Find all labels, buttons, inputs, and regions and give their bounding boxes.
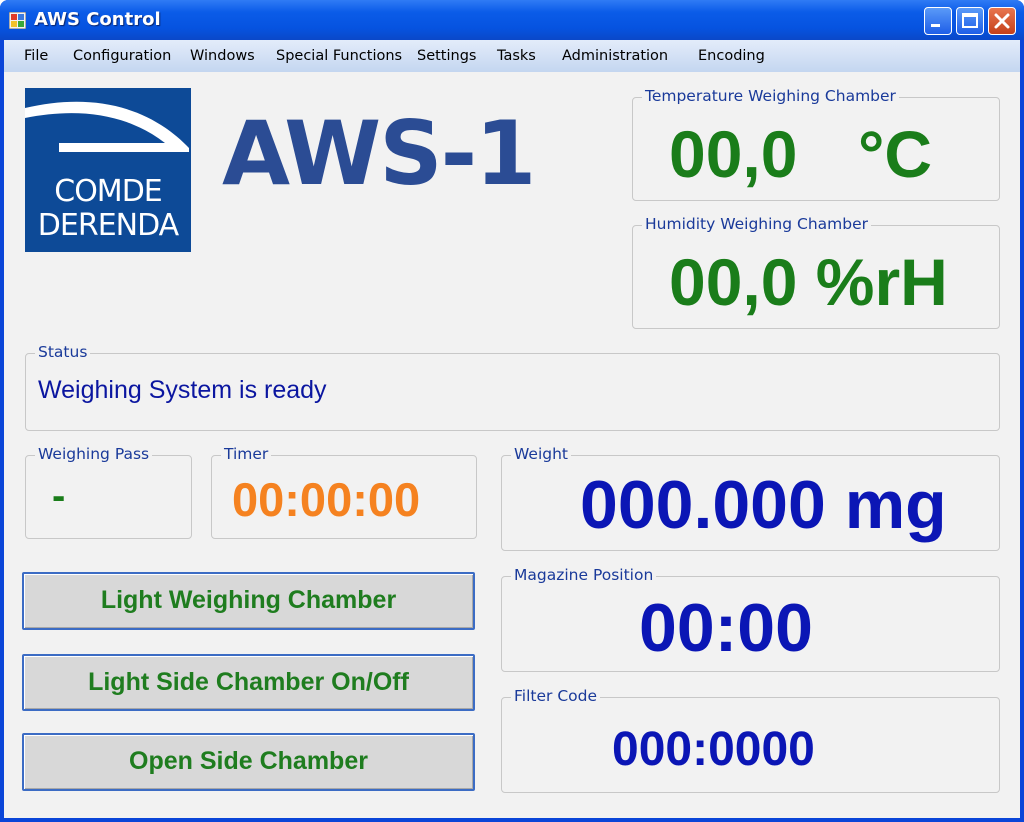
filter-code-group: Filter Code 000:0000 xyxy=(501,687,1000,793)
status-text: Weighing System is ready xyxy=(38,376,327,404)
timer-value: 00:00:00 xyxy=(232,473,421,526)
weight-value: 000.000 mg xyxy=(580,467,947,543)
device-name: AWS-1 xyxy=(222,102,536,205)
title-bar[interactable]: AWS Control xyxy=(0,0,1024,40)
magazine-group: Magazine Position 00:00 xyxy=(501,566,1000,672)
weight-group: Weight 000.000 mg xyxy=(501,445,1000,551)
menu-settings[interactable]: Settings xyxy=(417,48,476,64)
weighing-pass-group: Weighing Pass - xyxy=(25,445,192,539)
timer-label: Timer xyxy=(221,445,272,463)
menu-encoding[interactable]: Encoding xyxy=(698,48,765,64)
status-group: Status Weighing System is ready xyxy=(25,343,1000,431)
logo-line-1: COMDE xyxy=(54,174,163,209)
menu-special-functions[interactable]: Special Functions xyxy=(276,48,402,64)
company-logo: COMDE DERENDA xyxy=(25,88,191,252)
temperature-group: Temperature Weighing Chamber 00,0 °C xyxy=(632,87,1000,201)
minimize-icon xyxy=(931,24,940,27)
humidity-value: 00,0 %rH xyxy=(669,245,948,319)
magazine-value: 00:00 xyxy=(639,590,813,666)
app-grid-icon xyxy=(9,12,26,29)
open-side-chamber-button[interactable]: Open Side Chamber xyxy=(22,733,475,791)
humidity-group: Humidity Weighing Chamber 00,0 %rH xyxy=(632,215,1000,329)
menu-windows[interactable]: Windows xyxy=(190,48,255,64)
menu-bar: File Configuration Windows Special Funct… xyxy=(4,40,1020,72)
close-button[interactable] xyxy=(988,7,1016,35)
maximize-button[interactable] xyxy=(956,7,984,35)
weighing-pass-value: - xyxy=(52,474,66,518)
humidity-label: Humidity Weighing Chamber xyxy=(642,215,872,233)
logo-line-2: DERENDA xyxy=(37,208,179,243)
app-window: AWS Control File Configuration Windows S… xyxy=(0,0,1024,822)
light-side-chamber-button[interactable]: Light Side Chamber On/Off xyxy=(22,654,475,711)
weight-label: Weight xyxy=(511,445,572,463)
open-side-chamber-label: Open Side Chamber xyxy=(129,747,368,775)
window-title: AWS Control xyxy=(34,9,161,30)
menu-administration[interactable]: Administration xyxy=(562,48,668,64)
magazine-label: Magazine Position xyxy=(511,566,657,584)
menu-configuration[interactable]: Configuration xyxy=(73,48,171,64)
minimize-button[interactable] xyxy=(924,7,952,35)
filter-code-value: 000:0000 xyxy=(612,723,815,776)
light-side-chamber-label: Light Side Chamber On/Off xyxy=(88,668,409,696)
weighing-pass-label: Weighing Pass xyxy=(35,445,153,463)
menu-file[interactable]: File xyxy=(24,48,48,64)
client-area: File Configuration Windows Special Funct… xyxy=(4,40,1020,818)
light-weighing-chamber-button[interactable]: Light Weighing Chamber xyxy=(22,572,475,630)
temperature-label: Temperature Weighing Chamber xyxy=(642,87,899,105)
filter-code-label: Filter Code xyxy=(511,687,600,705)
light-weighing-chamber-label: Light Weighing Chamber xyxy=(100,586,397,614)
menu-tasks[interactable]: Tasks xyxy=(497,48,536,64)
temperature-value: 00,0 xyxy=(669,117,798,191)
maximize-icon xyxy=(962,13,978,28)
status-label: Status xyxy=(35,343,91,361)
timer-group: Timer 00:00:00 xyxy=(211,445,477,539)
close-icon xyxy=(994,13,1010,29)
temperature-unit: °C xyxy=(858,117,933,191)
